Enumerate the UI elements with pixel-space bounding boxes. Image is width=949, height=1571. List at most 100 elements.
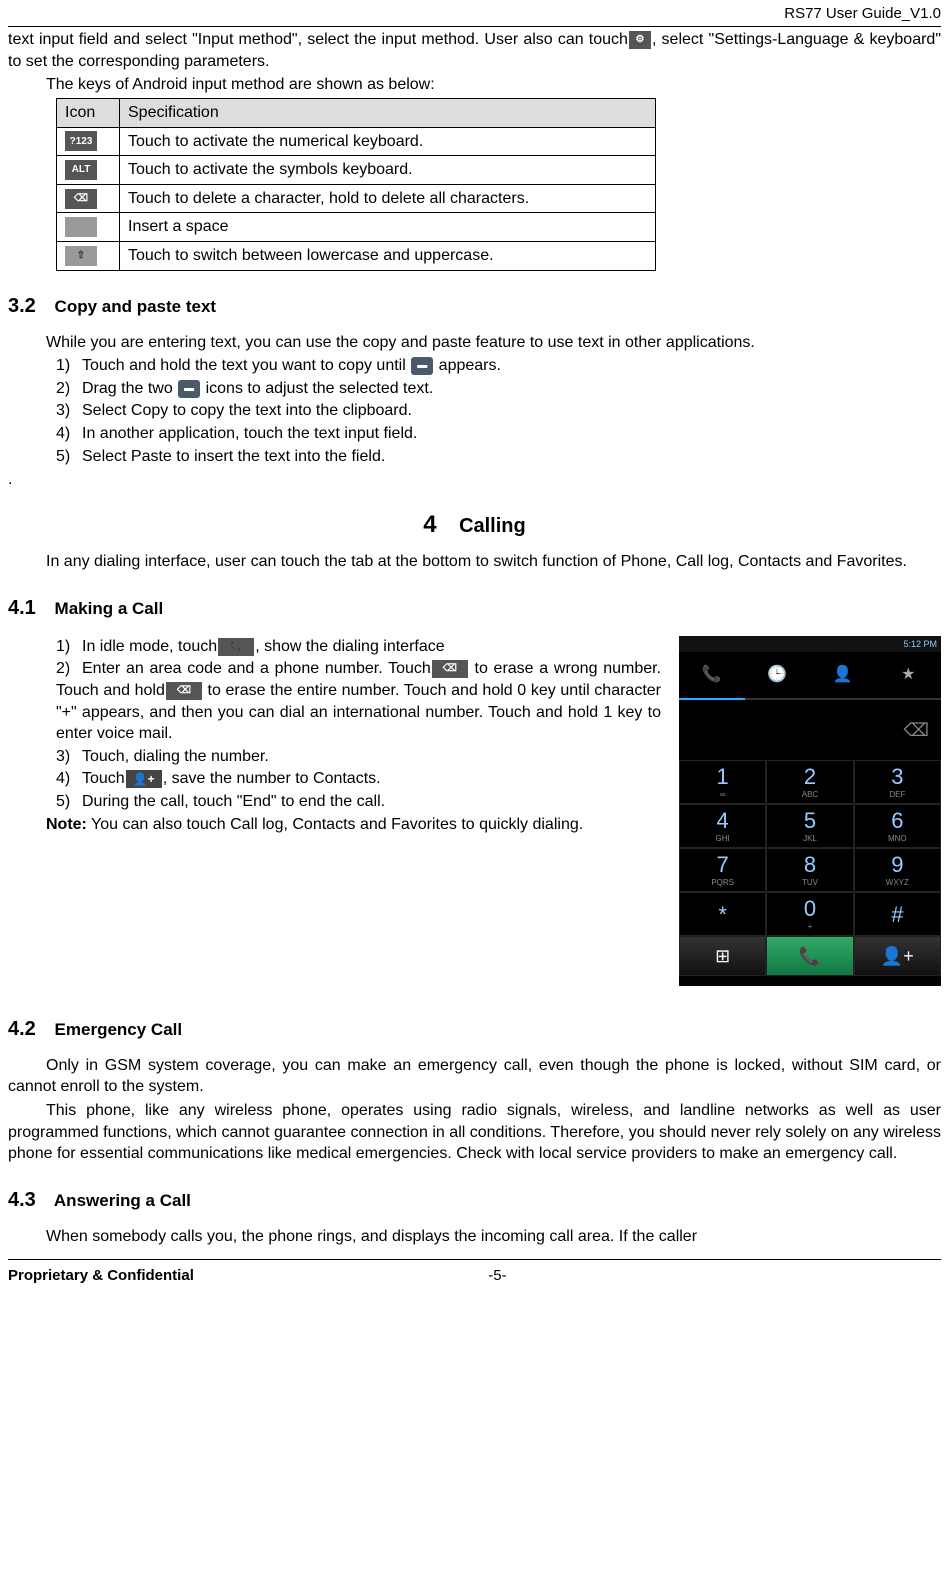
chapter-4-heading: 4 Calling — [8, 509, 941, 541]
s32-intro: While you are entering text, you can use… — [8, 332, 941, 354]
section-title: Copy and paste text — [55, 297, 217, 316]
key-5[interactable]: 5JKL — [766, 804, 853, 848]
key-1[interactable]: 1∞ — [679, 760, 766, 804]
s32-steps: 1)Touch and hold the text you want to co… — [56, 355, 941, 467]
list-marker: 4) — [56, 423, 82, 445]
s41-i4a: Touch — [82, 770, 125, 787]
table-row: Insert a space — [57, 213, 656, 242]
spec-cell: Touch to delete a character, hold to del… — [120, 184, 656, 213]
alt-key-icon: ALT — [65, 160, 97, 180]
spec-cell: Insert a space — [120, 213, 656, 242]
status-time: 5:12 PM — [903, 638, 937, 650]
table-header-spec: Specification — [120, 99, 656, 128]
intro-text-1a: text input field and select "Input metho… — [8, 31, 628, 48]
s41-i3: Touch, dialing the number. — [82, 748, 269, 765]
selection-handle-icon: ▬ — [178, 380, 200, 398]
key-8[interactable]: 8TUV — [766, 848, 853, 892]
dialer-tab-fav[interactable]: ★ — [876, 652, 942, 700]
dialer-tab-log[interactable]: 🕒 — [745, 652, 811, 700]
s41-note: Note: You can also touch Call log, Conta… — [8, 814, 661, 836]
key-hash[interactable]: # — [854, 892, 941, 936]
section-4-2-heading: 4.2 Emergency Call — [8, 1016, 941, 1043]
section-title: Emergency Call — [55, 1020, 183, 1039]
add-contact-icon: 👤+ — [126, 770, 162, 788]
list-marker: 4) — [56, 768, 82, 790]
key-9[interactable]: 9WXYZ — [854, 848, 941, 892]
table-header-icon: Icon — [57, 99, 120, 128]
section-num: 4.3 — [8, 1189, 36, 1211]
section-4-1-heading: 4.1 Making a Call — [8, 595, 941, 622]
section-num: 4.2 — [8, 1018, 36, 1040]
step-5: Select Paste to insert the text into the… — [82, 448, 385, 465]
erase-hold-icon: ⌫ — [166, 682, 202, 700]
s41-i2a: Enter an area code and a phone number. T… — [82, 660, 431, 677]
key-0[interactable]: 0+ — [766, 892, 853, 936]
spec-cell: Touch to activate the numerical keyboard… — [120, 127, 656, 156]
ch4-intro: In any dialing interface, user can touch… — [8, 551, 941, 573]
shift-key-icon: ⇧ — [65, 246, 97, 266]
table-row: ⌫ Touch to delete a character, hold to d… — [57, 184, 656, 213]
selection-marker-icon: ▬ — [411, 357, 433, 375]
key-2[interactable]: 2ABC — [766, 760, 853, 804]
footer-page: -5- — [54, 1266, 941, 1286]
section-3-2-heading: 3.2 Copy and paste text — [8, 293, 941, 320]
s42-p1: Only in GSM system coverage, you can mak… — [8, 1055, 941, 1098]
key-7[interactable]: 7PQRS — [679, 848, 766, 892]
dialer-call-button[interactable]: 📞 — [766, 936, 853, 976]
step-1a: Touch and hold the text you want to copy… — [82, 357, 410, 374]
key-6[interactable]: 6MNO — [854, 804, 941, 848]
delete-key-icon: ⌫ — [65, 189, 97, 209]
s41-i1b: , show the dialing interface — [255, 638, 444, 655]
section-num: 3.2 — [8, 295, 36, 317]
erase-icon: ⌫ — [432, 660, 468, 678]
intro-line-2: The keys of Android input method are sho… — [8, 74, 941, 96]
list-marker: 5) — [56, 791, 82, 813]
page-header: RS77 User Guide_V1.0 — [8, 0, 941, 27]
list-marker: 2) — [56, 378, 82, 400]
spec-cell: Touch to activate the symbols keyboard. — [120, 156, 656, 185]
list-marker: 1) — [56, 355, 82, 377]
phone-icon: 📞 — [218, 638, 254, 656]
step-2a: Drag the two — [82, 380, 177, 397]
dialer-screenshot: 5:12 PM 📞 🕒 👤 ★ ⌫ 1∞ 2ABC 3DEF 4GHI 5JKL… — [679, 636, 941, 986]
s41-steps: 1)In idle mode, touch📞, show the dialing… — [56, 636, 661, 813]
s43-p1: When somebody calls you, the phone rings… — [8, 1226, 941, 1248]
list-marker: 5) — [56, 446, 82, 468]
list-marker: 2) — [56, 658, 82, 680]
step-2b: icons to adjust the selected text. — [201, 380, 433, 397]
stray-dot: . — [8, 469, 941, 491]
spec-cell: Touch to switch between lowercase and up… — [120, 242, 656, 271]
dialer-backspace-icon[interactable]: ⌫ — [904, 718, 929, 742]
s42-p2: This phone, like any wireless phone, ope… — [8, 1100, 941, 1165]
table-row: ?123 Touch to activate the numerical key… — [57, 127, 656, 156]
section-4-3-heading: 4.3 Answering a Call — [8, 1187, 941, 1214]
key-3[interactable]: 3DEF — [854, 760, 941, 804]
dialer-apps-button[interactable]: ⊞ — [679, 936, 766, 976]
s41-i5: During the call, touch "End" to end the … — [82, 793, 385, 810]
settings-icon: ⚙ — [629, 31, 651, 49]
section-title: Answering a Call — [54, 1191, 191, 1210]
table-row: ALT Touch to activate the symbols keyboa… — [57, 156, 656, 185]
s41-i1a: In idle mode, touch — [82, 638, 217, 655]
page-footer: Proprietary & Confidential -5- — [8, 1259, 941, 1290]
intro-paragraph: text input field and select "Input metho… — [8, 29, 941, 72]
dialer-tab-phone[interactable]: 📞 — [679, 652, 745, 700]
list-marker: 3) — [56, 400, 82, 422]
note-text: You can also touch Call log, Contacts an… — [87, 816, 583, 833]
step-3: Select Copy to copy the text into the cl… — [82, 402, 412, 419]
step-1b: appears. — [434, 357, 501, 374]
key-4[interactable]: 4GHI — [679, 804, 766, 848]
section-num: 4.1 — [8, 597, 36, 619]
key-star[interactable]: * — [679, 892, 766, 936]
dialer-addcontact-button[interactable]: 👤+ — [854, 936, 941, 976]
space-key-icon — [65, 217, 97, 237]
header-doc-id: RS77 User Guide_V1.0 — [784, 5, 941, 22]
list-marker: 3) — [56, 746, 82, 768]
numeric-key-icon: ?123 — [65, 131, 97, 151]
chapter-num: 4 — [423, 511, 436, 538]
list-marker: 1) — [56, 636, 82, 658]
s41-i4b: , save the number to Contacts. — [163, 770, 381, 787]
step-4: In another application, touch the text i… — [82, 425, 417, 442]
section-title: Making a Call — [55, 599, 164, 618]
dialer-tab-contact[interactable]: 👤 — [810, 652, 876, 700]
